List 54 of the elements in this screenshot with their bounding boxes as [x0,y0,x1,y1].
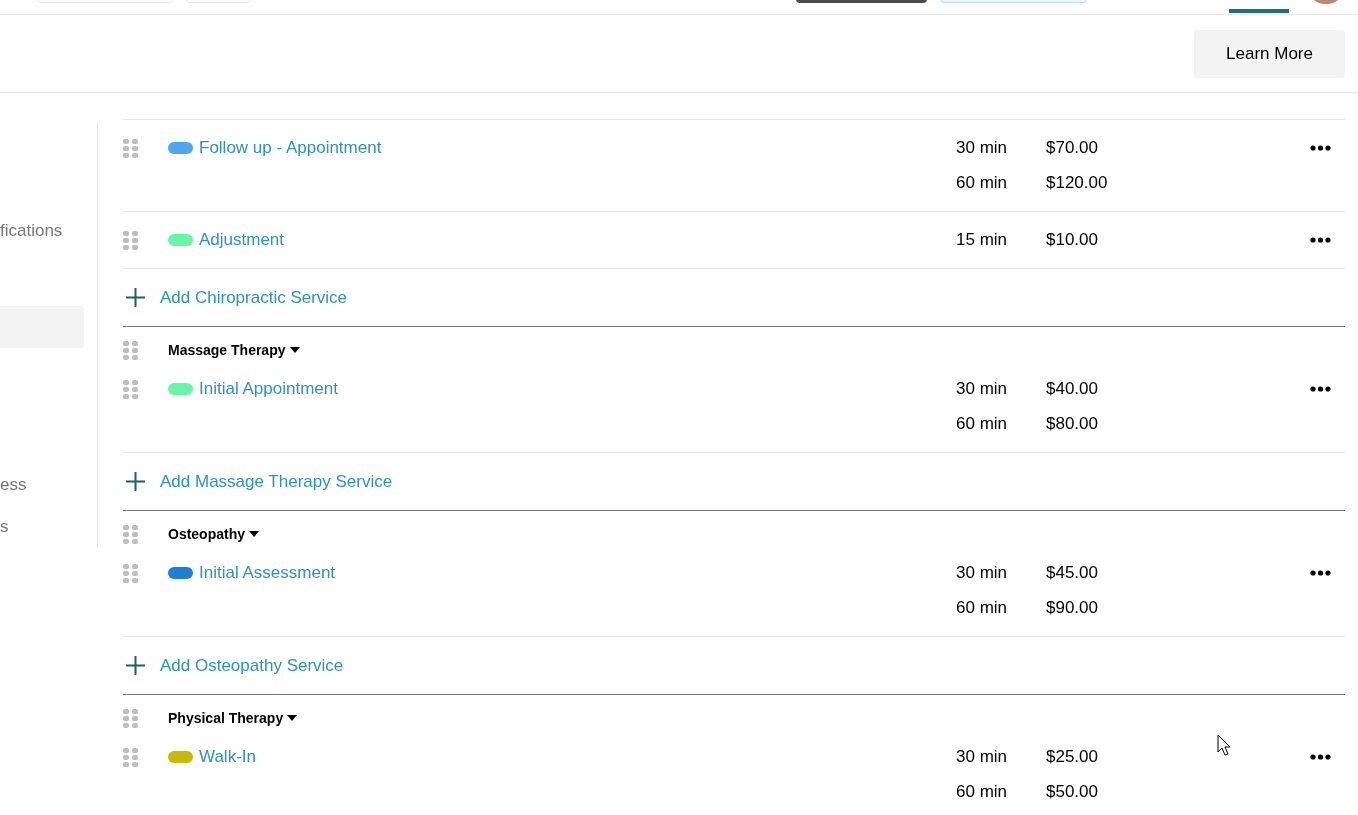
plus-icon[interactable] [126,656,145,675]
drag-handle-icon[interactable] [123,137,138,158]
service-link[interactable]: Initial Appointment [199,371,338,406]
category-title[interactable]: Osteopathy [168,523,245,544]
drag-handle-icon[interactable] [123,523,138,544]
drag-handle-icon[interactable] [123,339,138,360]
sidebar-item[interactable]: s [0,515,9,539]
category-title[interactable]: Massage Therapy [168,339,286,360]
tab-indicator [1229,9,1289,13]
price: $120.00 [1046,171,1108,194]
price: $40.00 [1046,377,1098,400]
category-title[interactable]: Physical Therapy [168,707,284,728]
duration: 30 min [956,377,1009,400]
price: $90.00 [1046,596,1098,619]
drag-handle-icon[interactable] [123,707,138,728]
price: $25.00 [1046,745,1098,768]
add-service-link[interactable]: Add Osteopathy Service [160,652,344,679]
price: $80.00 [1046,412,1098,435]
learn-more-button[interactable]: Learn More [1194,29,1345,78]
service-link[interactable]: Adjustment [199,222,285,257]
price: $10.00 [1046,228,1098,251]
sidebar-item[interactable]: fications [0,219,63,243]
more-options-icon[interactable] [1310,385,1331,392]
add-service-link[interactable]: Add Massage Therapy Service [160,468,393,495]
duration: 60 min [956,171,1009,194]
service-link[interactable]: Initial Assessment [199,555,336,590]
duration: 60 min [956,412,1009,435]
price: $50.00 [1046,780,1098,803]
duration: 60 min [956,596,1009,619]
service-link[interactable]: Walk-In [199,739,256,774]
duration: 30 min [956,561,1009,584]
more-options-icon[interactable] [1310,753,1331,760]
caret-icon[interactable] [287,714,298,721]
drag-handle-icon[interactable] [123,229,138,250]
price: $70.00 [1046,136,1098,159]
more-options-icon[interactable] [1310,569,1331,576]
price: $45.00 [1046,561,1098,584]
drag-handle-icon[interactable] [123,746,138,767]
duration: 30 min [956,745,1009,768]
add-service-link[interactable]: Add Chiropractic Service [160,284,348,311]
cursor-icon [1217,734,1232,758]
duration: 30 min [956,136,1009,159]
plus-icon[interactable] [126,288,145,307]
sidebar-item[interactable]: ess [0,473,27,497]
drag-handle-icon[interactable] [123,562,138,583]
more-options-icon[interactable] [1310,236,1331,243]
more-options-icon[interactable] [1310,144,1331,151]
caret-icon[interactable] [249,530,259,537]
duration: 60 min [956,780,1009,803]
duration: 15 min [956,228,1009,251]
service-link[interactable]: Follow up - Appointment [199,130,382,165]
drag-handle-icon[interactable] [123,378,138,399]
caret-icon[interactable] [289,346,300,353]
plus-icon[interactable] [126,472,145,491]
